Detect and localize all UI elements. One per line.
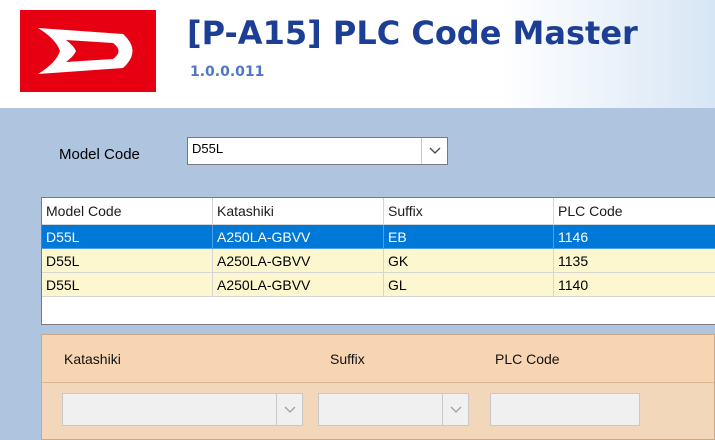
table-row[interactable]: D55L A250LA-GBVV EB 1146 xyxy=(42,225,715,249)
model-code-value: D55L xyxy=(192,141,224,156)
chevron-down-icon[interactable] xyxy=(276,394,302,425)
cell-suffix: GL xyxy=(384,273,554,297)
cell-model-code: D55L xyxy=(42,249,213,273)
column-header-model-code[interactable]: Model Code xyxy=(42,198,213,224)
cell-suffix: EB xyxy=(384,225,554,249)
app-version: 1.0.0.011 xyxy=(190,64,265,80)
cell-plc-code: 1140 xyxy=(554,273,715,297)
plc-code-label: PLC Code xyxy=(495,351,560,367)
model-code-label: Model Code xyxy=(59,146,140,163)
column-header-plc-code[interactable]: PLC Code xyxy=(554,198,715,224)
app-title: [P-A15] PLC Code Master xyxy=(187,14,638,52)
column-header-katashiki[interactable]: Katashiki xyxy=(213,198,384,224)
suffix-dropdown[interactable] xyxy=(318,393,469,426)
app-header: [P-A15] PLC Code Master 1.0.0.011 xyxy=(0,0,715,108)
cell-katashiki: A250LA-GBVV xyxy=(213,225,384,249)
cell-model-code: D55L xyxy=(42,273,213,297)
cell-katashiki: A250LA-GBVV xyxy=(213,273,384,297)
model-code-dropdown[interactable]: D55L xyxy=(187,137,448,165)
cell-plc-code: 1135 xyxy=(554,249,715,273)
grid-header-row: Model Code Katashiki Suffix PLC Code xyxy=(42,198,715,225)
katashiki-label: Katashiki xyxy=(64,351,121,367)
column-header-suffix[interactable]: Suffix xyxy=(384,198,554,224)
logo-icon xyxy=(20,10,156,92)
suffix-label: Suffix xyxy=(330,351,365,367)
plc-code-input[interactable] xyxy=(490,393,640,426)
plc-code-grid[interactable]: Model Code Katashiki Suffix PLC Code D55… xyxy=(41,197,715,325)
table-row[interactable]: D55L A250LA-GBVV GL 1140 xyxy=(42,273,715,297)
chevron-down-icon[interactable] xyxy=(442,394,468,425)
cell-model-code: D55L xyxy=(42,225,213,249)
editor-panel-header: Katashiki Suffix PLC Code xyxy=(42,335,714,383)
chevron-down-icon[interactable] xyxy=(421,138,447,164)
cell-plc-code: 1146 xyxy=(554,225,715,249)
table-row[interactable]: D55L A250LA-GBVV GK 1135 xyxy=(42,249,715,273)
cell-suffix: GK xyxy=(384,249,554,273)
editor-panel: Katashiki Suffix PLC Code xyxy=(41,334,715,440)
cell-katashiki: A250LA-GBVV xyxy=(213,249,384,273)
katashiki-dropdown[interactable] xyxy=(62,393,303,426)
